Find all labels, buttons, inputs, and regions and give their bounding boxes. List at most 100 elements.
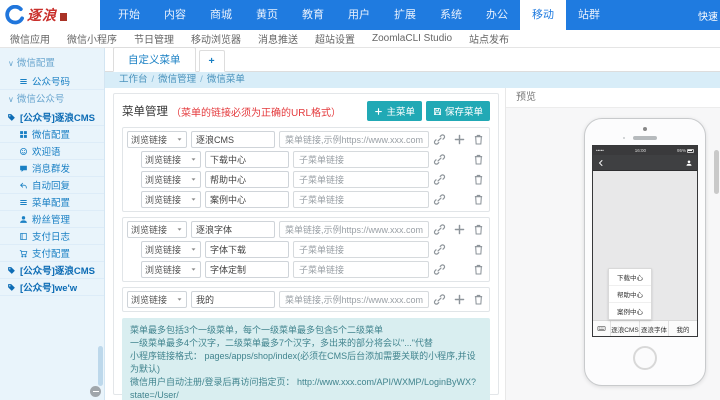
- panel-title-note: （菜单的链接必须为正确的URL格式）: [171, 107, 342, 119]
- sidebar-item[interactable]: 公众号码: [0, 73, 104, 90]
- tab-custom-menu[interactable]: 自定义菜单: [113, 47, 196, 72]
- phone-menu-item[interactable]: 我的: [668, 321, 697, 336]
- menu-type-select[interactable]: 浏览链接: [141, 151, 201, 168]
- sidebar-collapse-button[interactable]: [90, 386, 101, 397]
- breadcrumb: 工作台 / 微信管理 / 微信菜单: [105, 72, 720, 88]
- subnav-item[interactable]: 节日管理: [134, 31, 174, 46]
- sidebar-group-label[interactable]: ∨ 微信公众号: [0, 90, 104, 109]
- menu-type-select[interactable]: 浏览链接: [141, 261, 201, 278]
- sidebar-item[interactable]: 粉丝管理: [0, 211, 104, 228]
- subnav-item[interactable]: 站点发布: [469, 31, 509, 46]
- sidebar-item[interactable]: 支付日志: [0, 228, 104, 245]
- topnav-item[interactable]: 开始: [106, 0, 152, 30]
- menu-link-input[interactable]: [293, 191, 429, 208]
- sidebar-item[interactable]: 消息群发: [0, 160, 104, 177]
- add-submenu-icon[interactable]: [453, 223, 466, 236]
- topnav-item[interactable]: 移动: [520, 0, 566, 30]
- subnav-item[interactable]: 微信应用: [10, 31, 50, 46]
- sidebar-item[interactable]: 微信配置: [0, 126, 104, 143]
- breadcrumb-workbench[interactable]: 工作台: [119, 74, 148, 85]
- breadcrumb-wechat-manage[interactable]: 微信管理: [158, 74, 196, 85]
- logo-badge: [60, 13, 67, 21]
- menu-link-input[interactable]: [293, 151, 429, 168]
- subnav-item[interactable]: ZoomlaCLI Studio: [372, 33, 452, 44]
- link-action-icon[interactable]: [433, 223, 446, 236]
- add-submenu-icon[interactable]: [453, 293, 466, 306]
- menu-name-input[interactable]: [205, 171, 289, 188]
- link-action-icon[interactable]: [433, 133, 446, 146]
- menu-link-input[interactable]: [293, 241, 429, 258]
- menu-link-input[interactable]: [279, 131, 429, 148]
- menu-name-input[interactable]: [205, 241, 289, 258]
- topnav-item[interactable]: 黄页: [244, 0, 290, 30]
- menu-type-select[interactable]: 浏览链接: [127, 291, 187, 308]
- subnav-item[interactable]: 移动浏览器: [191, 31, 241, 46]
- submenu-row: 浏览链接: [141, 171, 485, 188]
- link-action-icon[interactable]: [433, 193, 446, 206]
- sidebar-item[interactable]: 欢迎语: [0, 143, 104, 160]
- window-scrollbar-thumb[interactable]: [714, 150, 719, 194]
- topnav-item[interactable]: 内容: [152, 0, 198, 30]
- menu-type-select[interactable]: 浏览链接: [127, 221, 187, 238]
- sidebar-item[interactable]: 自动回复: [0, 177, 104, 194]
- top-navbar: 逐浪 开始 内容 商城 黄页 教育 用户 扩展 系统 办公 移动 站群 快速: [0, 0, 720, 30]
- breadcrumb-separator: /: [151, 74, 155, 85]
- add-tab-button[interactable]: +: [198, 50, 225, 72]
- app-logo[interactable]: 逐浪: [0, 0, 100, 30]
- menu-type-select[interactable]: 浏览链接: [141, 171, 201, 188]
- sidebar-item[interactable]: [公众号]逐浪CMS: [0, 262, 104, 279]
- sidebar-item[interactable]: [公众号]we'w: [0, 279, 104, 296]
- delete-row-icon[interactable]: [472, 153, 485, 166]
- menu-name-input[interactable]: [191, 131, 275, 148]
- delete-row-icon[interactable]: [472, 133, 485, 146]
- topnav-item[interactable]: 站群: [566, 0, 612, 30]
- topnav-item[interactable]: 教育: [290, 0, 336, 30]
- subnav-item[interactable]: 超站设置: [315, 31, 355, 46]
- delete-row-icon[interactable]: [472, 243, 485, 256]
- delete-row-icon[interactable]: [472, 173, 485, 186]
- sidebar-scrollbar-thumb[interactable]: [98, 346, 103, 386]
- phone-menu-bar: 逐浪CMS 逐浪字体 我的: [593, 320, 697, 336]
- link-action-icon[interactable]: [433, 173, 446, 186]
- link-action-icon[interactable]: [433, 263, 446, 276]
- link-action-icon[interactable]: [433, 153, 446, 166]
- submenu-row: 浏览链接: [141, 241, 485, 258]
- delete-row-icon[interactable]: [472, 193, 485, 206]
- subnav-item[interactable]: 消息推送: [258, 31, 298, 46]
- phone-menu-item[interactable]: 逐浪字体: [639, 321, 668, 336]
- topnav-item[interactable]: 商城: [198, 0, 244, 30]
- menu-type-select[interactable]: 浏览链接: [141, 191, 201, 208]
- delete-row-icon[interactable]: [472, 293, 485, 306]
- topnav-item[interactable]: 系统: [428, 0, 474, 30]
- menu-link-input[interactable]: [293, 261, 429, 278]
- delete-row-icon[interactable]: [472, 223, 485, 236]
- menu-type-select[interactable]: 浏览链接: [127, 131, 187, 148]
- link-action-icon[interactable]: [433, 243, 446, 256]
- menu-type-select[interactable]: 浏览链接: [141, 241, 201, 258]
- menu-type-value: 浏览链接: [145, 175, 182, 185]
- delete-row-icon[interactable]: [472, 263, 485, 276]
- topnav-item[interactable]: 扩展: [382, 0, 428, 30]
- sidebar-group-label[interactable]: ∨ 微信配置: [0, 54, 104, 73]
- menu-link-input[interactable]: [279, 291, 429, 308]
- sidebar-item[interactable]: [公众号]逐浪CMS: [0, 109, 104, 126]
- add-submenu-icon[interactable]: [453, 133, 466, 146]
- save-menu-button[interactable]: 保存菜单: [425, 101, 490, 121]
- menu-name-input[interactable]: [191, 291, 275, 308]
- menu-name-input[interactable]: [205, 261, 289, 278]
- menu-link-input[interactable]: [279, 221, 429, 238]
- menu-name-input[interactable]: [205, 191, 289, 208]
- add-main-menu-button[interactable]: 主菜单: [367, 101, 422, 121]
- sidebar-item[interactable]: 支付配置: [0, 245, 104, 262]
- sidebar-item[interactable]: 菜单配置: [0, 194, 104, 211]
- topnav-item[interactable]: 办公: [474, 0, 520, 30]
- link-action-icon[interactable]: [433, 293, 446, 306]
- phone-menu-item[interactable]: 逐浪CMS: [610, 321, 639, 336]
- topnav-item[interactable]: 用户: [336, 0, 382, 30]
- menu-link-input[interactable]: [293, 171, 429, 188]
- sidebar-group-text: 微信配置: [16, 58, 55, 69]
- subnav-item[interactable]: 微信小程序: [67, 31, 117, 46]
- quick-link[interactable]: 快速: [698, 8, 718, 23]
- menu-name-input[interactable]: [191, 221, 275, 238]
- menu-name-input[interactable]: [205, 151, 289, 168]
